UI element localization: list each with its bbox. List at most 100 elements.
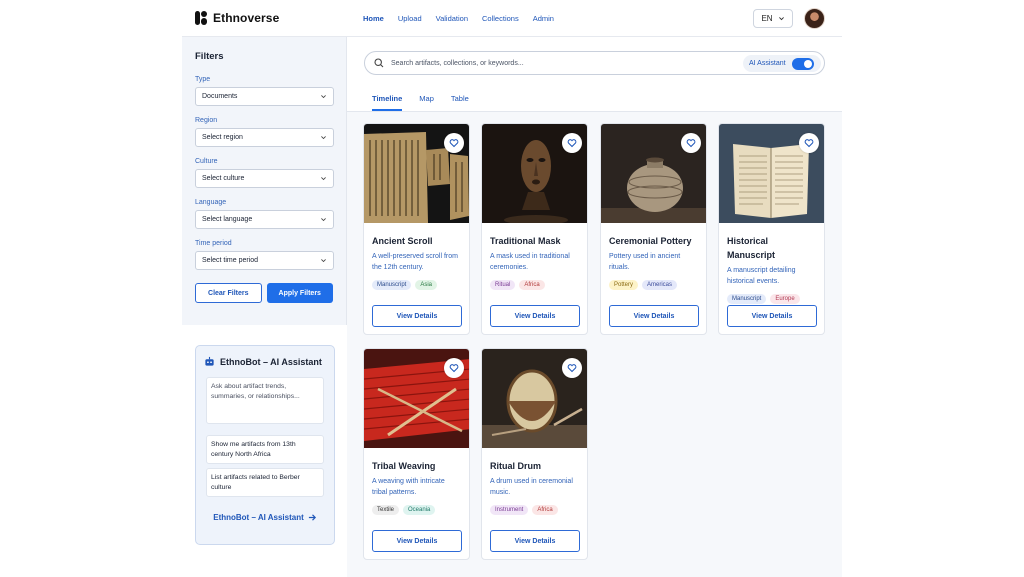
main-nav: Home Upload Validation Collections Admin <box>363 14 568 23</box>
artifact-card[interactable]: Tribal Weaving A weaving with intricate … <box>363 348 470 560</box>
avatar[interactable] <box>804 8 825 29</box>
favorite-button[interactable] <box>562 358 582 378</box>
artifact-title: Ritual Drum <box>490 461 542 471</box>
robot-icon <box>205 356 214 366</box>
arrow-right-icon <box>308 514 316 521</box>
artifact-title: Ancient Scroll <box>372 236 433 246</box>
filter-language-select[interactable]: Select language <box>195 210 334 229</box>
language-select[interactable]: EN <box>753 9 793 28</box>
search-icon <box>374 58 384 68</box>
view-tabs: Timeline Map Table <box>372 94 469 111</box>
tab-timeline[interactable]: Timeline <box>372 94 403 111</box>
tag-badge: Ritual <box>490 280 516 290</box>
tag-badge: Manuscript <box>372 280 412 290</box>
artifact-card[interactable]: Traditional Mask A mask used in traditio… <box>481 123 588 335</box>
tab-table[interactable]: Table <box>451 94 469 111</box>
artifact-card[interactable]: Historical Manuscript A manuscript detai… <box>718 123 825 335</box>
artifact-description: A weaving with intricate tribal patterns… <box>372 478 445 496</box>
tag-badge: Europe <box>770 294 800 304</box>
apply-filters-button[interactable]: Apply Filters <box>266 283 333 303</box>
view-details-button[interactable]: View Details <box>727 305 817 327</box>
tag-badge: Asia <box>415 280 438 290</box>
search-area: Search artifacts, collections, or keywor… <box>347 37 842 112</box>
filters-title: Filters <box>195 51 224 62</box>
ethnobot-suggestion-1[interactable]: Show me artifacts from 13th century Nort… <box>206 435 324 464</box>
logo-icon <box>195 11 207 25</box>
ethnobot-open-link[interactable]: EthnoBot – AI Assistant <box>204 513 326 522</box>
logo[interactable]: Ethnoverse <box>195 11 279 25</box>
ai-assistant-toggle[interactable]: AI Assistant <box>743 55 821 72</box>
favorite-button[interactable] <box>799 133 819 153</box>
tag-badge: Pottery <box>609 280 639 290</box>
chevron-down-icon <box>321 259 326 263</box>
language-value: EN <box>761 14 773 23</box>
artifact-image <box>482 349 587 448</box>
ai-assistant-label: AI Assistant <box>749 60 786 67</box>
tag-badge: Manuscript <box>727 294 767 304</box>
ethnobot-input[interactable]: Ask about artifact trends, summaries, or… <box>206 377 324 424</box>
view-details-button[interactable]: View Details <box>490 305 580 327</box>
heart-icon <box>449 139 459 148</box>
filter-type-label: Type <box>195 76 211 83</box>
nav-admin[interactable]: Admin <box>533 14 554 23</box>
toggle-switch[interactable] <box>791 57 814 70</box>
filter-culture-value: Select culture <box>202 175 245 182</box>
tag-badge: Instrument <box>490 505 529 515</box>
artifact-description: A drum used in ceremonial music. <box>490 478 573 496</box>
nav-upload[interactable]: Upload <box>398 14 422 23</box>
artifact-card[interactable]: Ceremonial Pottery Pottery used in ancie… <box>600 123 707 335</box>
artifact-title: Tribal Weaving <box>372 461 436 471</box>
filter-time-value: Select time period <box>202 257 259 264</box>
artifact-card[interactable]: Ancient Scroll A well-preserved scroll f… <box>363 123 470 335</box>
filter-region-value: Select region <box>202 134 243 141</box>
filter-language-label: Language <box>195 199 227 206</box>
filter-culture-label: Culture <box>195 158 218 165</box>
ethnobot-title: EthnoBot – AI Assistant <box>220 356 322 367</box>
favorite-button[interactable] <box>444 358 464 378</box>
tag-badge: Textile <box>372 505 400 515</box>
ethnobot-panel: EthnoBot – AI Assistant Ask about artifa… <box>195 345 335 545</box>
heart-icon <box>804 139 814 148</box>
app-name: Ethnoverse <box>213 11 280 25</box>
artifact-card[interactable]: Ritual Drum A drum used in ceremonial mu… <box>481 348 588 560</box>
tab-map[interactable]: Map <box>419 94 434 111</box>
top-header: Ethnoverse Home Upload Validation Collec… <box>182 0 842 37</box>
heart-icon <box>567 139 577 148</box>
view-details-button[interactable]: View Details <box>490 530 580 552</box>
artifact-image <box>482 124 587 223</box>
filter-type-value: Documents <box>202 93 238 100</box>
artifact-description: Pottery used in ancient rituals. <box>609 253 681 271</box>
filter-type-select[interactable]: Documents <box>195 87 334 106</box>
nav-collections[interactable]: Collections <box>482 14 519 23</box>
nav-validation[interactable]: Validation <box>436 14 468 23</box>
favorite-button[interactable] <box>562 133 582 153</box>
favorite-button[interactable] <box>444 133 464 153</box>
view-details-button[interactable]: View Details <box>609 305 699 327</box>
ethnobot-link-label: EthnoBot – AI Assistant <box>213 513 304 522</box>
heart-icon <box>449 364 459 373</box>
view-details-button[interactable]: View Details <box>372 305 462 327</box>
artifact-title: Historical Manuscript <box>727 236 776 260</box>
main-content: Search artifacts, collections, or keywor… <box>347 37 842 577</box>
chevron-down-icon <box>321 95 326 99</box>
view-details-button[interactable]: View Details <box>372 530 462 552</box>
chevron-down-icon <box>321 218 326 222</box>
ethnobot-suggestion-2[interactable]: List artifacts related to Berber culture <box>206 468 324 497</box>
filter-culture-select[interactable]: Select culture <box>195 169 334 188</box>
tag-badge: Oceania <box>403 505 436 515</box>
favorite-button[interactable] <box>681 133 701 153</box>
heart-icon <box>567 364 577 373</box>
artifact-image <box>364 124 469 223</box>
chevron-down-icon <box>321 177 326 181</box>
artifact-description: A well-preserved scroll from the 12th ce… <box>372 253 458 271</box>
filter-time-label: Time period <box>195 240 232 247</box>
chevron-down-icon <box>321 136 326 140</box>
clear-filters-button[interactable]: Clear Filters <box>195 283 262 303</box>
filter-region-label: Region <box>195 117 218 124</box>
filter-time-select[interactable]: Select time period <box>195 251 334 270</box>
tag-badge: Africa <box>532 505 558 515</box>
nav-home[interactable]: Home <box>363 14 384 23</box>
search-input[interactable]: Search artifacts, collections, or keywor… <box>364 51 825 75</box>
filter-region-select[interactable]: Select region <box>195 128 334 147</box>
chevron-down-icon <box>778 17 784 21</box>
